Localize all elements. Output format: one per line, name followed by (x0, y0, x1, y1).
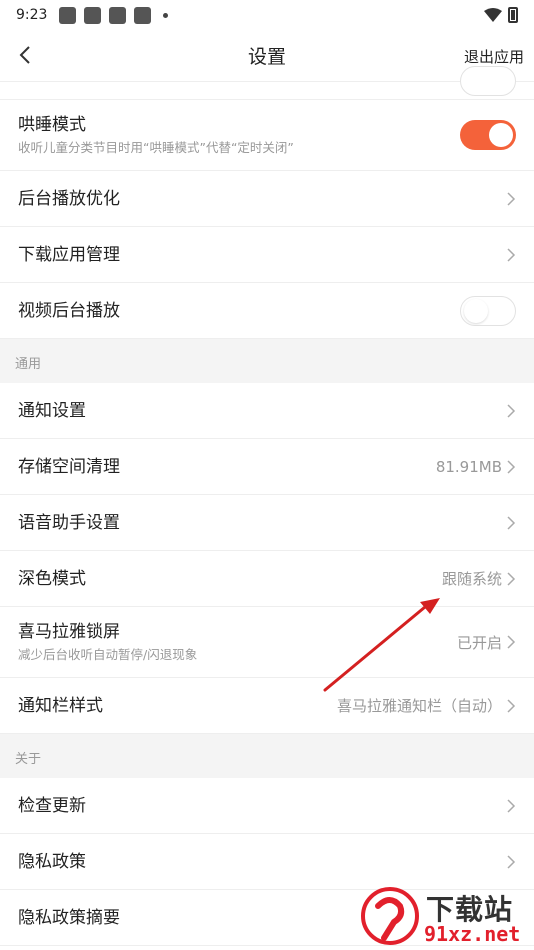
notification-icon (109, 6, 127, 24)
chevron-right-icon (507, 515, 516, 530)
dark-mode-value: 跟随系统 (441, 570, 502, 588)
row-label: 通知栏样式 (18, 695, 103, 716)
row-subtitle: 减少后台收听自动暂停/闪退现象 (18, 647, 198, 662)
row-privacy-policy[interactable]: 隐私政策 (0, 834, 534, 890)
notification-icon (59, 6, 77, 24)
row-voice-assistant-settings[interactable]: 语音助手设置 (0, 495, 534, 551)
notification-bar-style-value: 喜马拉雅通知栏（自动） (336, 697, 502, 715)
chevron-right-icon (507, 798, 516, 813)
row-lock-screen[interactable]: 喜马拉雅锁屏 减少后台收听自动暂停/闪退现象 已开启 (0, 607, 534, 678)
row-background-play-optimization[interactable]: 后台播放优化 (0, 171, 534, 227)
row-storage-cleanup[interactable]: 存储空间清理 81.91MB (0, 439, 534, 495)
row-label: 深色模式 (18, 568, 86, 589)
chevron-right-icon (507, 635, 516, 649)
status-time: 9:23 (16, 7, 48, 23)
notification-icon (84, 6, 102, 24)
section-header-general: 通用 (0, 339, 534, 383)
wifi-icon (484, 8, 502, 22)
exit-app-button[interactable]: 退出应用 (464, 46, 524, 67)
row-download-app-management[interactable]: 下载应用管理 (0, 227, 534, 283)
row-label: 视频后台播放 (18, 300, 120, 321)
chevron-right-icon (507, 459, 516, 474)
section-header-about: 关于 (0, 734, 534, 778)
page-title: 设置 (247, 46, 286, 68)
chevron-right-icon (507, 854, 516, 869)
row-label: 后台播放优化 (18, 188, 120, 209)
toggle-switch[interactable] (460, 66, 516, 96)
row-dark-mode[interactable]: 深色模式 跟随系统 (0, 551, 534, 607)
watermark-logo-icon (361, 887, 419, 945)
lock-screen-status-value: 已开启 (456, 633, 502, 652)
nav-bar: 设置 退出应用 (0, 30, 534, 82)
partial-row (0, 66, 534, 100)
chevron-right-icon (507, 571, 516, 586)
row-label: 检查更新 (18, 795, 86, 816)
chevron-right-icon (507, 698, 516, 713)
sleep-mode-toggle[interactable] (460, 120, 516, 150)
watermark-url: 91xz.net (424, 922, 521, 946)
row-label: 哄睡模式 (18, 115, 86, 135)
battery-icon (508, 7, 518, 23)
row-notification-bar-style[interactable]: 通知栏样式 喜马拉雅通知栏（自动） (0, 678, 534, 734)
more-notifications-dot-icon (163, 12, 169, 18)
row-label: 语音助手设置 (18, 512, 120, 533)
row-label: 隐私政策 (18, 851, 86, 872)
back-arrow-icon[interactable] (14, 43, 38, 67)
storage-size-value: 81.91MB (435, 457, 502, 476)
row-label: 存储空间清理 (18, 456, 120, 477)
chevron-right-icon (507, 191, 516, 206)
video-background-play-toggle[interactable] (460, 295, 516, 326)
row-notification-settings[interactable]: 通知设置 (0, 383, 534, 439)
row-check-update[interactable]: 检查更新 (0, 778, 534, 834)
chevron-right-icon (507, 403, 516, 418)
watermark-logo: 下载站 91xz.net (360, 886, 530, 950)
row-label: 通知设置 (18, 400, 86, 421)
row-subtitle: 收听儿童分类节目时用“哄睡模式”代替“定时关闭” (18, 140, 294, 155)
row-label: 下载应用管理 (18, 244, 120, 265)
status-bar: 9:23 (0, 0, 534, 30)
row-video-background-play: 视频后台播放 (0, 283, 534, 339)
notification-icon (134, 6, 152, 24)
row-label: 喜马拉雅锁屏 (18, 622, 120, 642)
chevron-right-icon (507, 247, 516, 262)
row-sleep-mode: 哄睡模式 收听儿童分类节目时用“哄睡模式”代替“定时关闭” (0, 100, 534, 171)
